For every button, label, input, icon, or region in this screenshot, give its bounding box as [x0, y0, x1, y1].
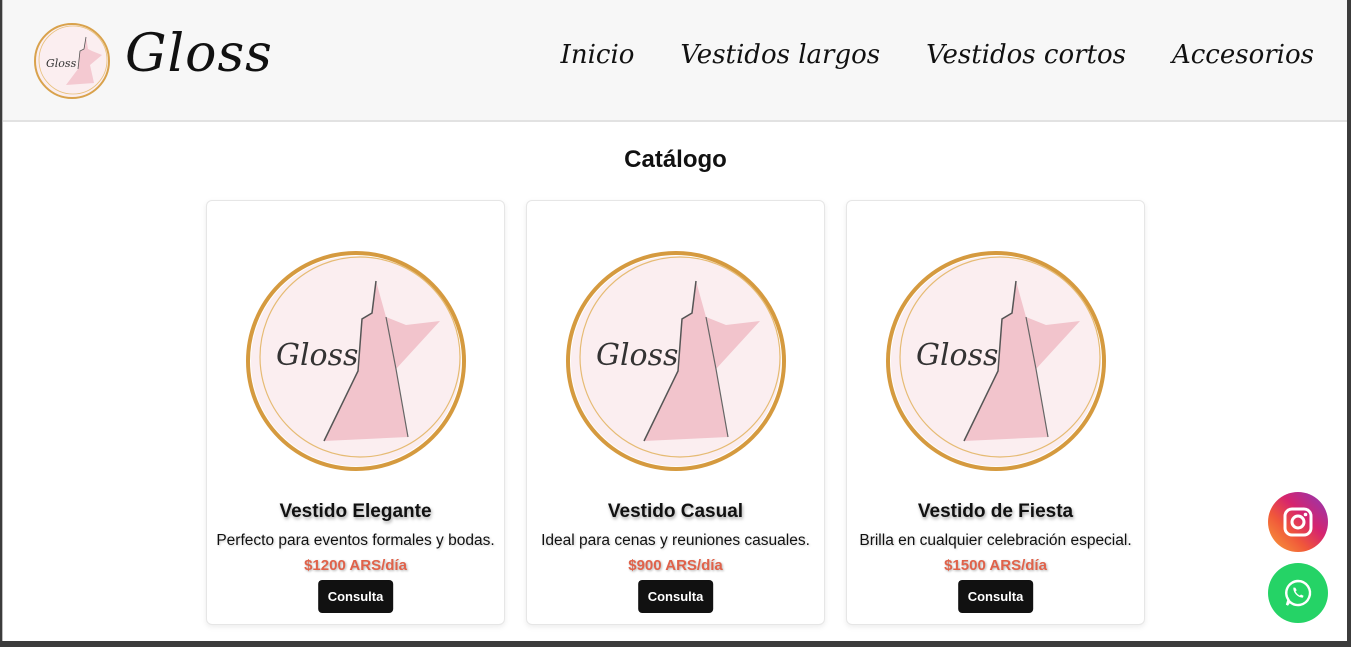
card-title: Vestido Elegante: [279, 501, 432, 522]
svg-text:Gloss: Gloss: [596, 338, 678, 373]
card-description: Ideal para cenas y reuniones casuales.: [541, 532, 810, 549]
catalog-cards: Gloss Vestido Elegante Perfecto para eve…: [206, 200, 1145, 625]
brand-name: Gloss: [125, 24, 273, 84]
consulta-button[interactable]: Consulta: [957, 580, 1034, 613]
dress-logo-icon: Gloss: [34, 23, 110, 99]
nav-item-accesorios[interactable]: Accesorios: [1172, 40, 1314, 70]
main-nav: Inicio Vestidos largos Vestidos cortos A…: [561, 40, 1314, 70]
dress-logo-icon: Gloss: [246, 251, 466, 471]
logo[interactable]: Gloss: [32, 21, 112, 101]
consulta-button[interactable]: Consulta: [637, 580, 714, 613]
whatsapp-button[interactable]: [1268, 563, 1328, 623]
instagram-button[interactable]: [1268, 492, 1328, 552]
product-card: Gloss Vestido Casual Ideal para cenas y …: [526, 200, 825, 625]
catalog-title: Catálogo: [624, 146, 727, 173]
card-price: $1200 ARS/día: [304, 557, 407, 574]
site-header: Gloss Gloss Inicio Vestidos largos Vesti…: [3, 0, 1347, 122]
consulta-button[interactable]: Consulta: [317, 580, 394, 613]
product-card: Gloss Vestido de Fiesta Brilla en cualqu…: [846, 200, 1145, 625]
card-price: $1500 ARS/día: [944, 557, 1047, 574]
nav-item-vestidos-cortos[interactable]: Vestidos cortos: [926, 40, 1126, 70]
card-description: Perfecto para eventos formales y bodas.: [216, 532, 495, 549]
card-price: $900 ARS/día: [628, 557, 723, 574]
card-description: Brilla en cualquier celebración especial…: [859, 532, 1132, 549]
card-title: Vestido Casual: [607, 501, 744, 522]
card-title: Vestido de Fiesta: [917, 501, 1074, 522]
nav-item-vestidos-largos[interactable]: Vestidos largos: [680, 40, 880, 70]
whatsapp-icon: [1285, 579, 1312, 607]
window-border: [1347, 0, 1351, 647]
nav-item-inicio[interactable]: Inicio: [561, 40, 635, 70]
svg-text:Gloss: Gloss: [46, 57, 77, 70]
svg-text:Gloss: Gloss: [276, 338, 358, 373]
product-card: Gloss Vestido Elegante Perfecto para eve…: [206, 200, 505, 625]
svg-text:Gloss: Gloss: [916, 338, 998, 373]
dress-logo-icon: Gloss: [566, 251, 786, 471]
instagram-icon: [1283, 507, 1313, 537]
dress-logo-icon: Gloss: [886, 251, 1106, 471]
page-viewport: Gloss Gloss Inicio Vestidos largos Vesti…: [2, 0, 1347, 641]
